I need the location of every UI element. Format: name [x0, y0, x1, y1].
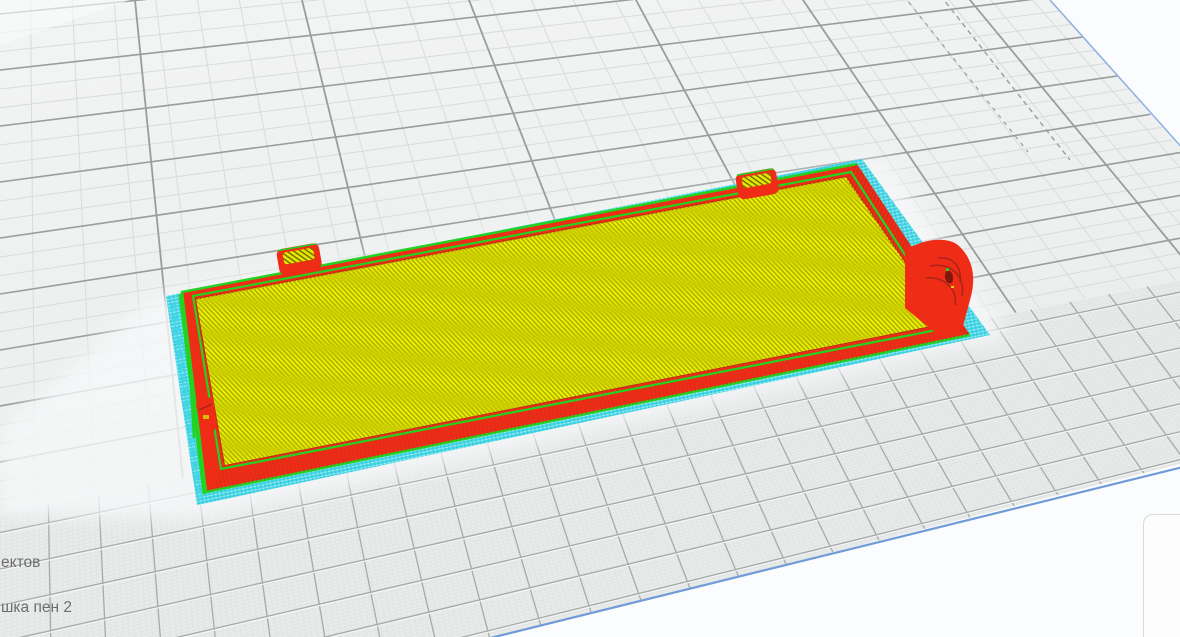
- bottom-right-panel[interactable]: [1143, 514, 1180, 637]
- model-name-label[interactable]: шка пен 2: [1, 599, 72, 617]
- object-count-label[interactable]: ектов: [1, 554, 40, 572]
- slicer-3d-viewport[interactable]: ектов шка пен 2: [0, 0, 1180, 637]
- build-plate-scene: [0, 0, 1180, 637]
